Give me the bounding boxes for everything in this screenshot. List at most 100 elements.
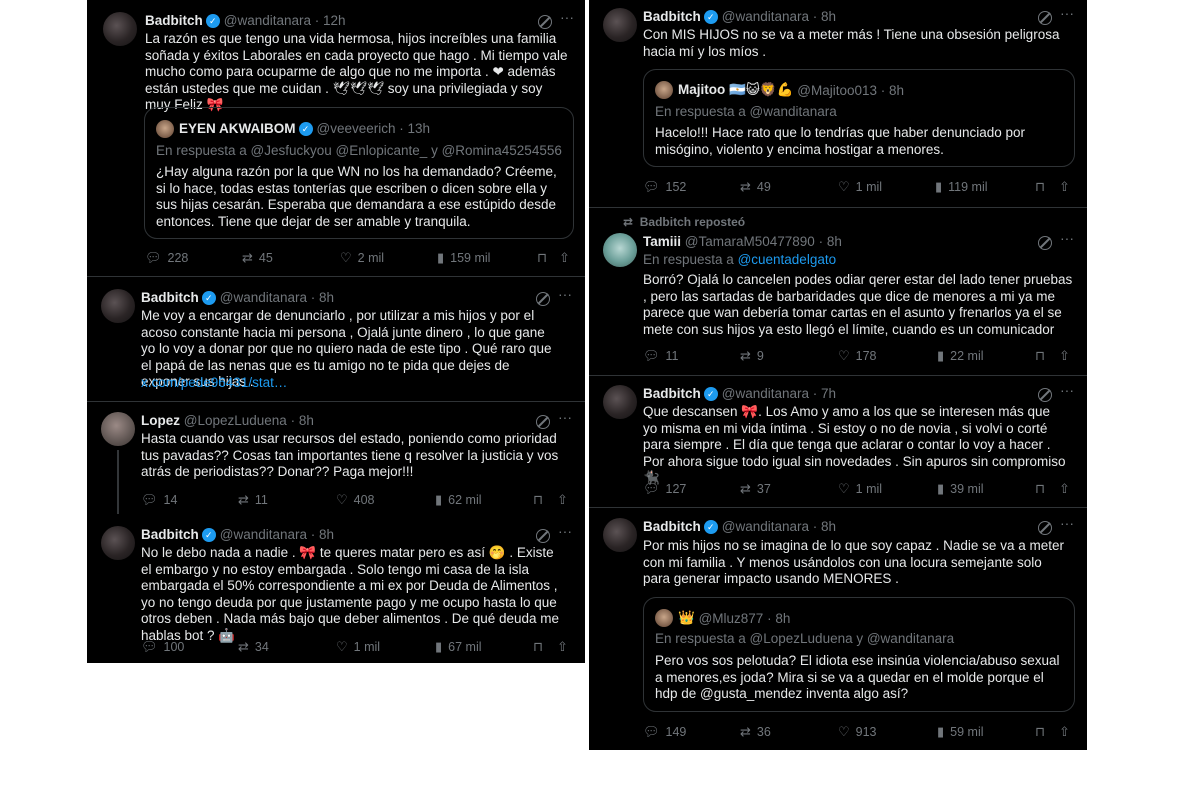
repost-button[interactable]: ⇄ 9 — [740, 348, 764, 364]
tweet[interactable]: Badbitch ✓ @wanditanara · 8h ··· No le d… — [87, 518, 585, 663]
bookmark-button[interactable]: ⊓ — [533, 639, 549, 655]
reply-button[interactable]: 💬︎ 149 — [643, 724, 686, 740]
tweet[interactable]: Badbitch ✓ @wanditanara · 8h ··· Me voy … — [87, 277, 585, 402]
more-icon[interactable]: ··· — [1060, 5, 1074, 21]
author-name[interactable]: Badbitch — [141, 290, 199, 305]
like-button[interactable]: ♡ 178 — [838, 348, 877, 364]
reply-button[interactable]: 💬︎ 11 — [643, 348, 679, 364]
more-icon[interactable]: ··· — [558, 409, 572, 425]
reply-button[interactable]: 💬︎ 152 — [643, 179, 686, 195]
reply-to-handle[interactable]: @cuentadelgato — [738, 252, 837, 267]
grok-icon[interactable] — [1038, 11, 1052, 25]
share-button[interactable]: ⇧ — [559, 250, 576, 266]
avatar[interactable] — [101, 289, 135, 323]
more-icon[interactable]: ··· — [560, 9, 574, 25]
views-button[interactable]: ▮ 22 mil — [937, 348, 984, 364]
share-button[interactable]: ⇧ — [557, 492, 574, 508]
author-handle[interactable]: @wanditanara — [220, 290, 307, 305]
tweet-time[interactable]: 8h — [827, 234, 842, 249]
avatar[interactable] — [603, 8, 637, 42]
tweet-time[interactable]: 12h — [323, 13, 346, 28]
bookmark-button[interactable]: ⊓ — [1035, 724, 1051, 740]
views-button[interactable]: ▮ 119 mil — [935, 179, 988, 195]
more-icon[interactable]: ··· — [1060, 515, 1074, 531]
grok-icon[interactable] — [1038, 236, 1052, 250]
tweet-time[interactable]: 8h — [299, 413, 314, 428]
tweet-time[interactable]: 8h — [821, 9, 836, 24]
author-handle[interactable]: @wanditanara — [220, 527, 307, 542]
avatar[interactable] — [603, 233, 637, 267]
bookmark-button[interactable]: ⊓ — [537, 250, 553, 266]
author-name[interactable]: Badbitch — [145, 13, 203, 28]
tweet-time[interactable]: 8h — [319, 527, 334, 542]
tweet[interactable]: Badbitch ✓ @wanditanara · 8h ··· Con MIS… — [589, 0, 1087, 208]
tweet-time[interactable]: 8h — [821, 519, 836, 534]
tweet[interactable]: Badbitch ✓ @wanditanara · 8h ··· Por mis… — [589, 508, 1087, 750]
repost-button[interactable]: ⇄ 11 — [238, 492, 268, 508]
views-button[interactable]: ▮ 39 mil — [937, 481, 984, 497]
repost-button[interactable]: ⇄ 45 — [242, 250, 273, 266]
author-handle[interactable]: @wanditanara — [722, 386, 809, 401]
avatar[interactable] — [603, 518, 637, 552]
author-handle[interactable]: @wanditanara — [722, 9, 809, 24]
like-button[interactable]: ♡ 913 — [838, 724, 877, 740]
tweet[interactable]: Badbitch ✓ @wanditanara · 12h ··· La raz… — [87, 0, 585, 277]
tweet-time[interactable]: 8h — [319, 290, 334, 305]
bookmark-button[interactable]: ⊓ — [1035, 348, 1051, 364]
tweet[interactable]: ⇄ Badbitch reposteó Tamiii @TamaraM50477… — [589, 208, 1087, 376]
share-button[interactable]: ⇧ — [1059, 724, 1076, 740]
author-name[interactable]: Tamiii — [643, 234, 681, 249]
like-button[interactable]: ♡ 408 — [336, 492, 375, 508]
more-icon[interactable]: ··· — [1060, 382, 1074, 398]
share-button[interactable]: ⇧ — [1059, 481, 1076, 497]
like-button[interactable]: ♡ 1 mil — [838, 179, 882, 195]
quoted-tweet[interactable]: 👑 @Mluz877 · 8h En respuesta a @LopezLud… — [643, 597, 1075, 712]
views-button[interactable]: ▮ 62 mil — [435, 492, 482, 508]
repost-button[interactable]: ⇄ 37 — [740, 481, 771, 497]
more-icon[interactable]: ··· — [558, 523, 572, 539]
views-button[interactable]: ▮ 59 mil — [937, 724, 984, 740]
quoted-tweet[interactable]: Majitoo 🇦🇷😺🦁💪 @Majitoo013 · 8h En respue… — [643, 69, 1075, 167]
avatar[interactable] — [101, 412, 135, 446]
reply-button[interactable]: 💬︎ 100 — [141, 639, 184, 655]
avatar[interactable] — [103, 12, 137, 46]
like-button[interactable]: ♡ 1 mil — [838, 481, 882, 497]
reply-button[interactable]: 💬︎ 228 — [145, 250, 188, 266]
author-handle[interactable]: @LopezLuduena — [184, 413, 287, 428]
avatar[interactable] — [603, 385, 637, 419]
tweet-link[interactable]: x.com/pede96431/stat… — [141, 375, 287, 392]
repost-button[interactable]: ⇄ 36 — [740, 724, 771, 740]
like-button[interactable]: ♡ 2 mil — [340, 250, 384, 266]
more-icon[interactable]: ··· — [558, 286, 572, 302]
tweet-time[interactable]: 7h — [821, 386, 836, 401]
views-button[interactable]: ▮ 67 mil — [435, 639, 482, 655]
grok-icon[interactable] — [536, 415, 550, 429]
avatar[interactable] — [101, 526, 135, 560]
repost-button[interactable]: ⇄ 34 — [238, 639, 269, 655]
quoted-tweet[interactable]: EYEN AKWAIBOM ✓ @veeveerich · 13h En res… — [144, 107, 574, 239]
grok-icon[interactable] — [536, 529, 550, 543]
grok-icon[interactable] — [536, 292, 550, 306]
grok-icon[interactable] — [538, 15, 552, 29]
reply-button[interactable]: 💬︎ 127 — [643, 481, 686, 497]
share-button[interactable]: ⇧ — [1059, 179, 1076, 195]
author-name[interactable]: Badbitch — [643, 386, 701, 401]
share-button[interactable]: ⇧ — [557, 639, 574, 655]
tweet[interactable]: Badbitch ✓ @wanditanara · 7h ··· Que des… — [589, 376, 1087, 508]
reply-button[interactable]: 💬︎ 14 — [141, 492, 177, 508]
bookmark-button[interactable]: ⊓ — [533, 492, 549, 508]
author-handle[interactable]: @TamaraM50477890 — [685, 234, 815, 249]
tweet[interactable]: Lopez @LopezLuduena · 8h ··· Hasta cuand… — [87, 402, 585, 518]
grok-icon[interactable] — [1038, 388, 1052, 402]
repost-button[interactable]: ⇄ 49 — [740, 179, 771, 195]
bookmark-button[interactable]: ⊓ — [1035, 179, 1051, 195]
bookmark-button[interactable]: ⊓ — [1035, 481, 1051, 497]
author-handle[interactable]: @wanditanara — [722, 519, 809, 534]
share-button[interactable]: ⇧ — [1059, 348, 1076, 364]
author-name[interactable]: Badbitch — [141, 527, 199, 542]
like-button[interactable]: ♡ 1 mil — [336, 639, 380, 655]
grok-icon[interactable] — [1038, 521, 1052, 535]
more-icon[interactable]: ··· — [1060, 230, 1074, 246]
author-name[interactable]: Lopez — [141, 413, 180, 428]
author-name[interactable]: Badbitch — [643, 9, 701, 24]
